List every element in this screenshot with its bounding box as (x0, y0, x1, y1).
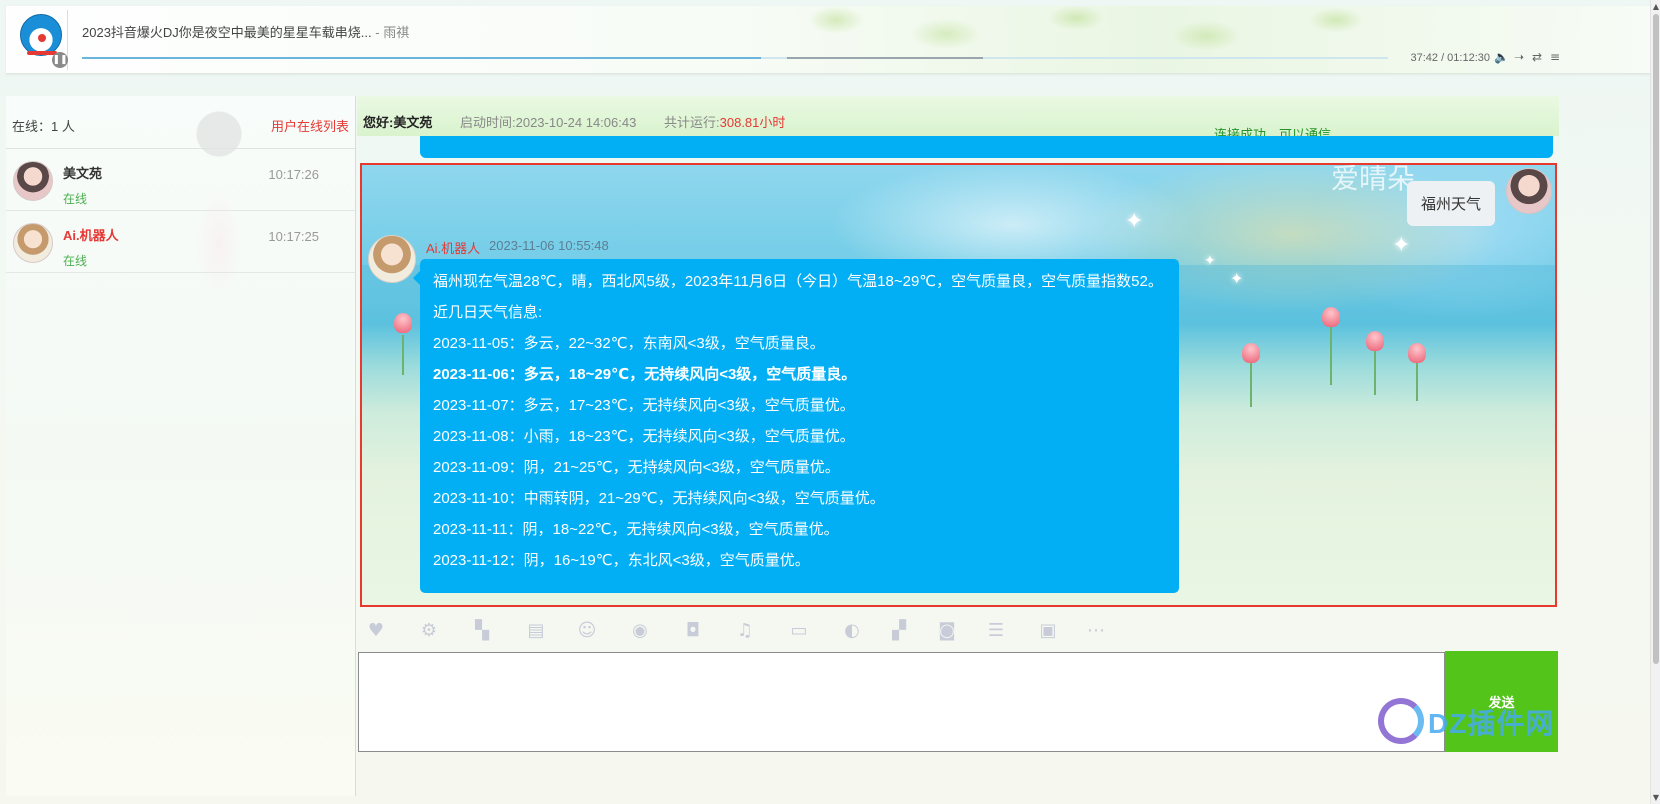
flower (394, 313, 412, 333)
weather-line: 2023-11-05：多云，22~32℃，东南风<3级，空气质量良。 (433, 335, 825, 352)
sparkle-icon: ✦ (1204, 253, 1216, 269)
gear-icon[interactable]: ⚙ (418, 620, 440, 642)
more-icon[interactable]: ⋯ (1085, 620, 1107, 642)
sparkle-icon: ✦ (1392, 233, 1411, 258)
weather-line-today: 2023-11-06：多云，18~29℃，无持续风向<3级，空气质量良。 (433, 366, 857, 383)
user-circle-icon[interactable]: ◉ (629, 620, 651, 642)
playlist-icon[interactable]: ≡ (1548, 50, 1562, 64)
flower (1322, 307, 1340, 327)
camera-icon[interactable]: ◘ (682, 620, 704, 642)
message-input[interactable] (358, 652, 1445, 752)
checker-icon[interactable]: ▞ (888, 620, 910, 642)
sparkle-icon: ✦ (1125, 209, 1144, 234)
chat-messages[interactable]: 爱晴朵。 ✦ ✦ ✦ ✦ 福州天气 Ai.机器人 2023-11-06 10:5… (360, 163, 1557, 607)
weather-line: 近几日天气信息: (433, 304, 543, 321)
run-time: 共计运行:308.81小时 (664, 115, 786, 130)
page-scrollbar[interactable]: ▲ ▼ (1650, 0, 1660, 804)
bot-message-time: 2023-11-06 10:55:48 (489, 238, 609, 253)
trash-icon[interactable]: ▣ (1037, 620, 1059, 642)
user-time: 10:17:26 (268, 167, 319, 182)
avatar (13, 223, 53, 263)
bot-avatar (368, 235, 416, 283)
music-icon[interactable]: ♫ (734, 620, 756, 642)
weather-line: 2023-11-09：阴，21~25℃，无持续风向<3级，空气质量优。 (433, 459, 840, 476)
flower (1366, 331, 1384, 351)
scroll-down-icon[interactable]: ▼ (1651, 793, 1660, 802)
song-time: 37:42 / 01:12:30 (1410, 52, 1490, 64)
heart-icon[interactable]: ♥ (365, 620, 387, 642)
toggle-icon[interactable]: ◐ (841, 620, 863, 642)
weather-line: 2023-11-11：阴，18~22℃，无持续风向<3级，空气质量优。 (433, 521, 839, 538)
user-row-robot[interactable]: Ai.机器人 在线 10:17:25 (6, 211, 355, 273)
next-icon[interactable]: ➝ (1512, 50, 1526, 64)
weather-line: 福州现在气温28℃，晴，西北风5级，2023年11月6日（今日）气温18~29℃… (433, 273, 1163, 290)
user-name: Ai.机器人 (63, 228, 119, 243)
greeting: 您好:美文苑 (363, 115, 433, 130)
online-sidebar: 在线：1 人 用户在线列表 美文苑 在线 10:17:26 Ai.机器人 在线 … (6, 96, 356, 796)
user-row-meiwenyuan[interactable]: 美文苑 在线 10:17:26 (6, 149, 355, 211)
contact-card-icon[interactable]: ▤ (525, 620, 547, 642)
scroll-thumb[interactable] (1653, 14, 1659, 664)
rss-icon[interactable]: ◙ (936, 620, 958, 642)
flower-stem (1374, 351, 1376, 395)
progress-bar[interactable] (82, 57, 1388, 59)
online-list-link[interactable]: 用户在线列表 (271, 116, 349, 135)
music-player: ❚❚ 2023抖音爆火DJ你是夜空中最美的星星车载串烧... - 雨祺 37:4… (6, 6, 1650, 74)
flower (1408, 343, 1426, 363)
flower-stem (1330, 325, 1332, 385)
folder-icon[interactable]: ▭ (788, 620, 810, 642)
progress-fill (82, 57, 762, 59)
song-artist: - 雨祺 (371, 25, 410, 40)
repeat-icon[interactable]: ⇄ (1530, 50, 1544, 64)
weather-line: 2023-11-07：多云，17~23℃，无持续风向<3级，空气质量优。 (433, 397, 855, 414)
user-status: 在线 (63, 254, 88, 268)
user-time: 10:17:25 (268, 229, 319, 244)
flower-stem (402, 335, 404, 375)
smiley-icon[interactable]: ☺ (576, 620, 598, 642)
user-name: 美文苑 (63, 166, 103, 181)
sparkle-icon: ✦ (1230, 269, 1244, 288)
weather-line: 2023-11-08：小雨，18~23℃，无持续风向<3级，空气质量优。 (433, 428, 855, 445)
leaf-decoration (776, 6, 1396, 74)
weather-line: 2023-11-10：中雨转阴，21~29℃，无持续风向<3级，空气质量优。 (433, 490, 885, 507)
sidebar-header: 在线：1 人 用户在线列表 (6, 96, 355, 149)
chat-header: 您好:美文苑 启动时间:2023-10-24 14:06:43 共计运行:308… (357, 96, 1559, 142)
song-title: 2023抖音爆火DJ你是夜空中最美的星星车载串烧... - 雨祺 (82, 25, 410, 40)
previous-message-bubble (420, 136, 1553, 158)
outgoing-message: 福州天气 (1406, 181, 1495, 226)
avatar (13, 161, 53, 201)
pause-icon[interactable]: ❚❚ (52, 52, 68, 68)
flower-stem (1250, 361, 1252, 407)
send-button[interactable]: 发送 (1445, 651, 1558, 752)
user-avatar (1506, 168, 1552, 214)
album-cover[interactable]: ❚❚ (12, 10, 68, 70)
doraemon-avatar (20, 14, 62, 56)
message-toolbar: ♥ ⚙ ▚ ▤ ☺ ◉ ◘ ♫ ▭ ◐ ▞ ◙ ☰ ▣ ⋯ (358, 610, 1560, 650)
start-time: 启动时间:2023-10-24 14:06:43 (460, 115, 637, 130)
flower (1242, 343, 1260, 363)
weather-line: 2023-11-12：阴，16~19℃，东北风<3级，空气质量优。 (433, 552, 810, 569)
volume-icon[interactable]: 🔈 (1494, 50, 1509, 64)
user-status: 在线 (63, 192, 88, 206)
scroll-up-icon[interactable]: ▲ (1651, 2, 1660, 11)
run-value: 308.81小时 (719, 115, 786, 130)
progress-buffer (787, 57, 984, 59)
online-count: 在线：1 人 (12, 119, 75, 134)
bot-name: Ai.机器人 (426, 241, 481, 256)
bot-message: 福州现在气温28℃，晴，西北风5级，2023年11月6日（今日）气温18~29℃… (413, 259, 1179, 593)
flower-stem (1416, 361, 1418, 401)
list-icon[interactable]: ☰ (985, 620, 1007, 642)
map-icon[interactable]: ▚ (471, 620, 493, 642)
